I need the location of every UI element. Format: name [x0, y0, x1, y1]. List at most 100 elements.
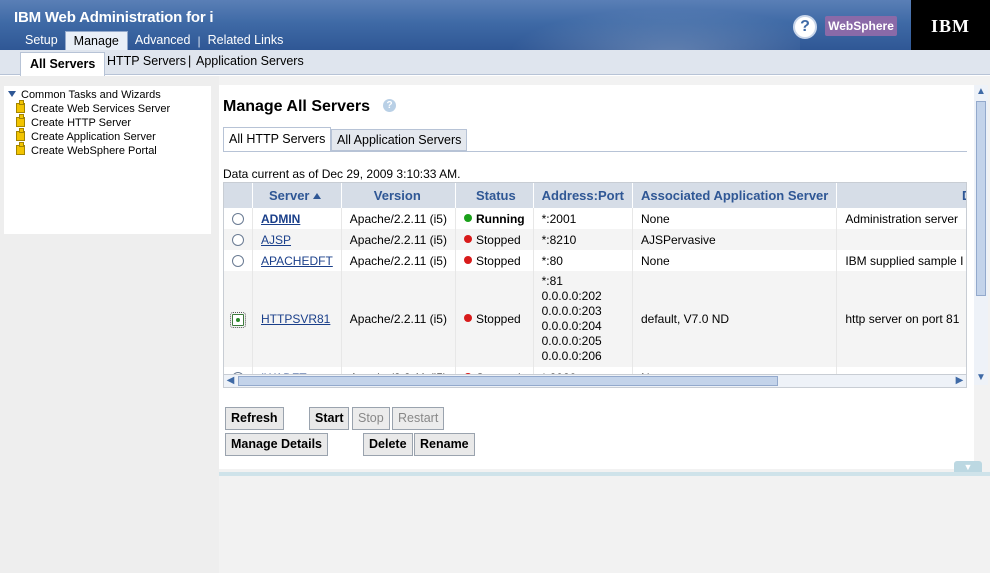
nav-advanced[interactable]: Advanced — [128, 31, 198, 50]
server-cell: ADMIN — [252, 208, 342, 229]
row-select-cell — [224, 208, 253, 229]
vertical-scrollbar[interactable]: ▲ ▼ — [974, 85, 988, 385]
status-cell: Stopped — [455, 229, 534, 250]
status-running-icon — [463, 213, 472, 222]
status-cell: Stopped — [455, 250, 534, 271]
address-line: 0.0.0.0:202 — [541, 289, 602, 303]
task-label: Create Web Services Server — [31, 103, 171, 115]
page-title: Manage All Servers — [223, 98, 371, 115]
row-radio-selected[interactable] — [230, 311, 246, 328]
server-cell: AJSP — [252, 229, 342, 250]
nav-manage[interactable]: Manage — [64, 31, 128, 51]
server-link[interactable]: ADMIN — [261, 212, 300, 226]
sidebar: Common Tasks and Wizards Create Web Serv… — [0, 76, 219, 573]
subnav-all-servers[interactable]: All Servers — [20, 52, 106, 76]
address-cell: *:8210 — [533, 229, 633, 250]
top-nav: Setup Manage Advanced | Related Links — [18, 31, 291, 51]
app-title: IBM Web Administration for i — [14, 9, 214, 26]
panel-divider — [219, 472, 990, 476]
status-cell: Running — [455, 208, 534, 229]
column-header-associated-app-server[interactable]: Associated Application Server — [632, 183, 838, 208]
address-line: 0.0.0.0:204 — [541, 319, 602, 333]
status-stopped-icon — [463, 234, 472, 243]
restart-button[interactable]: Restart — [392, 407, 445, 430]
server-link[interactable]: AJSP — [261, 233, 291, 247]
nav-setup[interactable]: Setup — [18, 31, 65, 50]
content-area: Manage All Servers ? All HTTP Servers Al… — [219, 85, 974, 469]
delete-button[interactable]: Delete — [363, 433, 413, 456]
tasks-heading[interactable]: Common Tasks and Wizards — [8, 89, 161, 101]
help-icon[interactable]: ? — [383, 99, 396, 112]
horizontal-scrollbar[interactable]: ◀ ▶ — [224, 374, 966, 387]
table-row[interactable]: ADMIN Apache/2.2.11 (i5) Running *:2001 … — [224, 208, 966, 229]
description-cell: http server on port 81 — [836, 271, 966, 367]
status-label: Running — [475, 211, 525, 226]
scroll-right-icon[interactable]: ▶ — [953, 375, 966, 387]
column-header-status[interactable]: Status — [455, 183, 534, 208]
address-line: *:81 — [541, 274, 563, 288]
task-create-application-server[interactable]: Create Application Server — [16, 128, 156, 143]
server-cell: APACHEDFT — [252, 250, 342, 271]
wizard-icon — [16, 100, 25, 113]
scroll-left-icon[interactable]: ◀ — [224, 375, 237, 387]
start-button[interactable]: Start — [309, 407, 350, 430]
task-create-websphere-portal[interactable]: Create WebSphere Portal — [16, 142, 157, 157]
banner: IBM Web Administration for i ? WebSphere… — [0, 0, 990, 51]
column-header-description[interactable]: D — [836, 183, 966, 208]
table-row[interactable]: APACHEDFT Apache/2.2.11 (i5) Stopped *:8… — [224, 250, 966, 271]
scroll-thumb[interactable] — [976, 101, 986, 296]
address-line: 0.0.0.0:206 — [541, 349, 602, 363]
scroll-down-icon[interactable]: ▼ — [974, 371, 988, 385]
tasks-heading-label: Common Tasks and Wizards — [21, 89, 161, 101]
column-header-server[interactable]: Server — [252, 183, 342, 208]
nav-related-links[interactable]: Related Links — [201, 31, 291, 50]
manage-details-button[interactable]: Manage Details — [225, 433, 329, 456]
tab-all-http-servers[interactable]: All HTTP Servers — [223, 127, 332, 152]
stop-button[interactable]: Stop — [352, 407, 390, 430]
version-cell: Apache/2.2.11 (i5) — [341, 229, 456, 250]
websphere-logo: WebSphere — [825, 16, 897, 36]
task-label: Create WebSphere Portal — [31, 145, 157, 157]
table-row[interactable]: HTTPSVR81 Apache/2.2.11 (i5) Stopped *:8… — [224, 271, 966, 367]
description-cell: Administration server — [836, 208, 966, 229]
row-radio[interactable] — [232, 255, 244, 268]
wizard-icon — [16, 142, 25, 155]
row-select-cell — [224, 271, 253, 367]
tab-divider — [223, 151, 967, 152]
subnav-application-servers[interactable]: Application Servers — [196, 54, 304, 68]
status-stopped-icon — [463, 314, 472, 322]
column-header-version[interactable]: Version — [341, 183, 456, 208]
wizard-icon — [16, 114, 25, 127]
ibm-logo: IBM — [911, 0, 990, 50]
tab-all-application-servers[interactable]: All Application Servers — [331, 129, 468, 151]
column-header-address-port[interactable]: Address:Port — [533, 183, 633, 208]
address-line: 0.0.0.0:205 — [541, 334, 602, 348]
row-radio[interactable] — [232, 234, 244, 247]
task-create-web-services-server[interactable]: Create Web Services Server — [16, 100, 171, 115]
description-cell: IBM supplied sample I — [836, 250, 966, 271]
address-line: 0.0.0.0:203 — [541, 304, 602, 318]
scroll-thumb[interactable] — [238, 376, 778, 386]
server-link[interactable]: HTTPSVR81 — [261, 312, 330, 326]
wizard-icon — [16, 128, 25, 141]
subnav-http-servers[interactable]: HTTP Servers — [107, 54, 186, 68]
sub-nav: All Servers HTTP Servers | Application S… — [0, 50, 990, 76]
scroll-up-icon[interactable]: ▲ — [974, 85, 988, 99]
app-server-cell: None — [632, 250, 838, 271]
task-label: Create Application Server — [31, 131, 156, 143]
sort-ascending-icon — [313, 193, 322, 199]
app-server-cell: None — [632, 208, 838, 229]
help-icon[interactable]: ? — [793, 15, 817, 39]
refresh-button[interactable]: Refresh — [225, 407, 284, 430]
app-server-cell: AJSPervasive — [632, 229, 838, 250]
task-create-http-server[interactable]: Create HTTP Server — [16, 114, 131, 129]
collapse-triangle-icon[interactable] — [8, 91, 16, 97]
status-label: Stopped — [475, 232, 521, 247]
rename-button[interactable]: Rename — [414, 433, 475, 456]
status-label: Stopped — [475, 312, 521, 326]
row-radio[interactable] — [232, 213, 244, 226]
server-link[interactable]: APACHEDFT — [261, 254, 333, 268]
address-cell: *:2001 — [533, 208, 633, 229]
address-cell: *:80 — [533, 250, 633, 271]
table-row[interactable]: AJSP Apache/2.2.11 (i5) Stopped *:8210 A… — [224, 229, 966, 250]
